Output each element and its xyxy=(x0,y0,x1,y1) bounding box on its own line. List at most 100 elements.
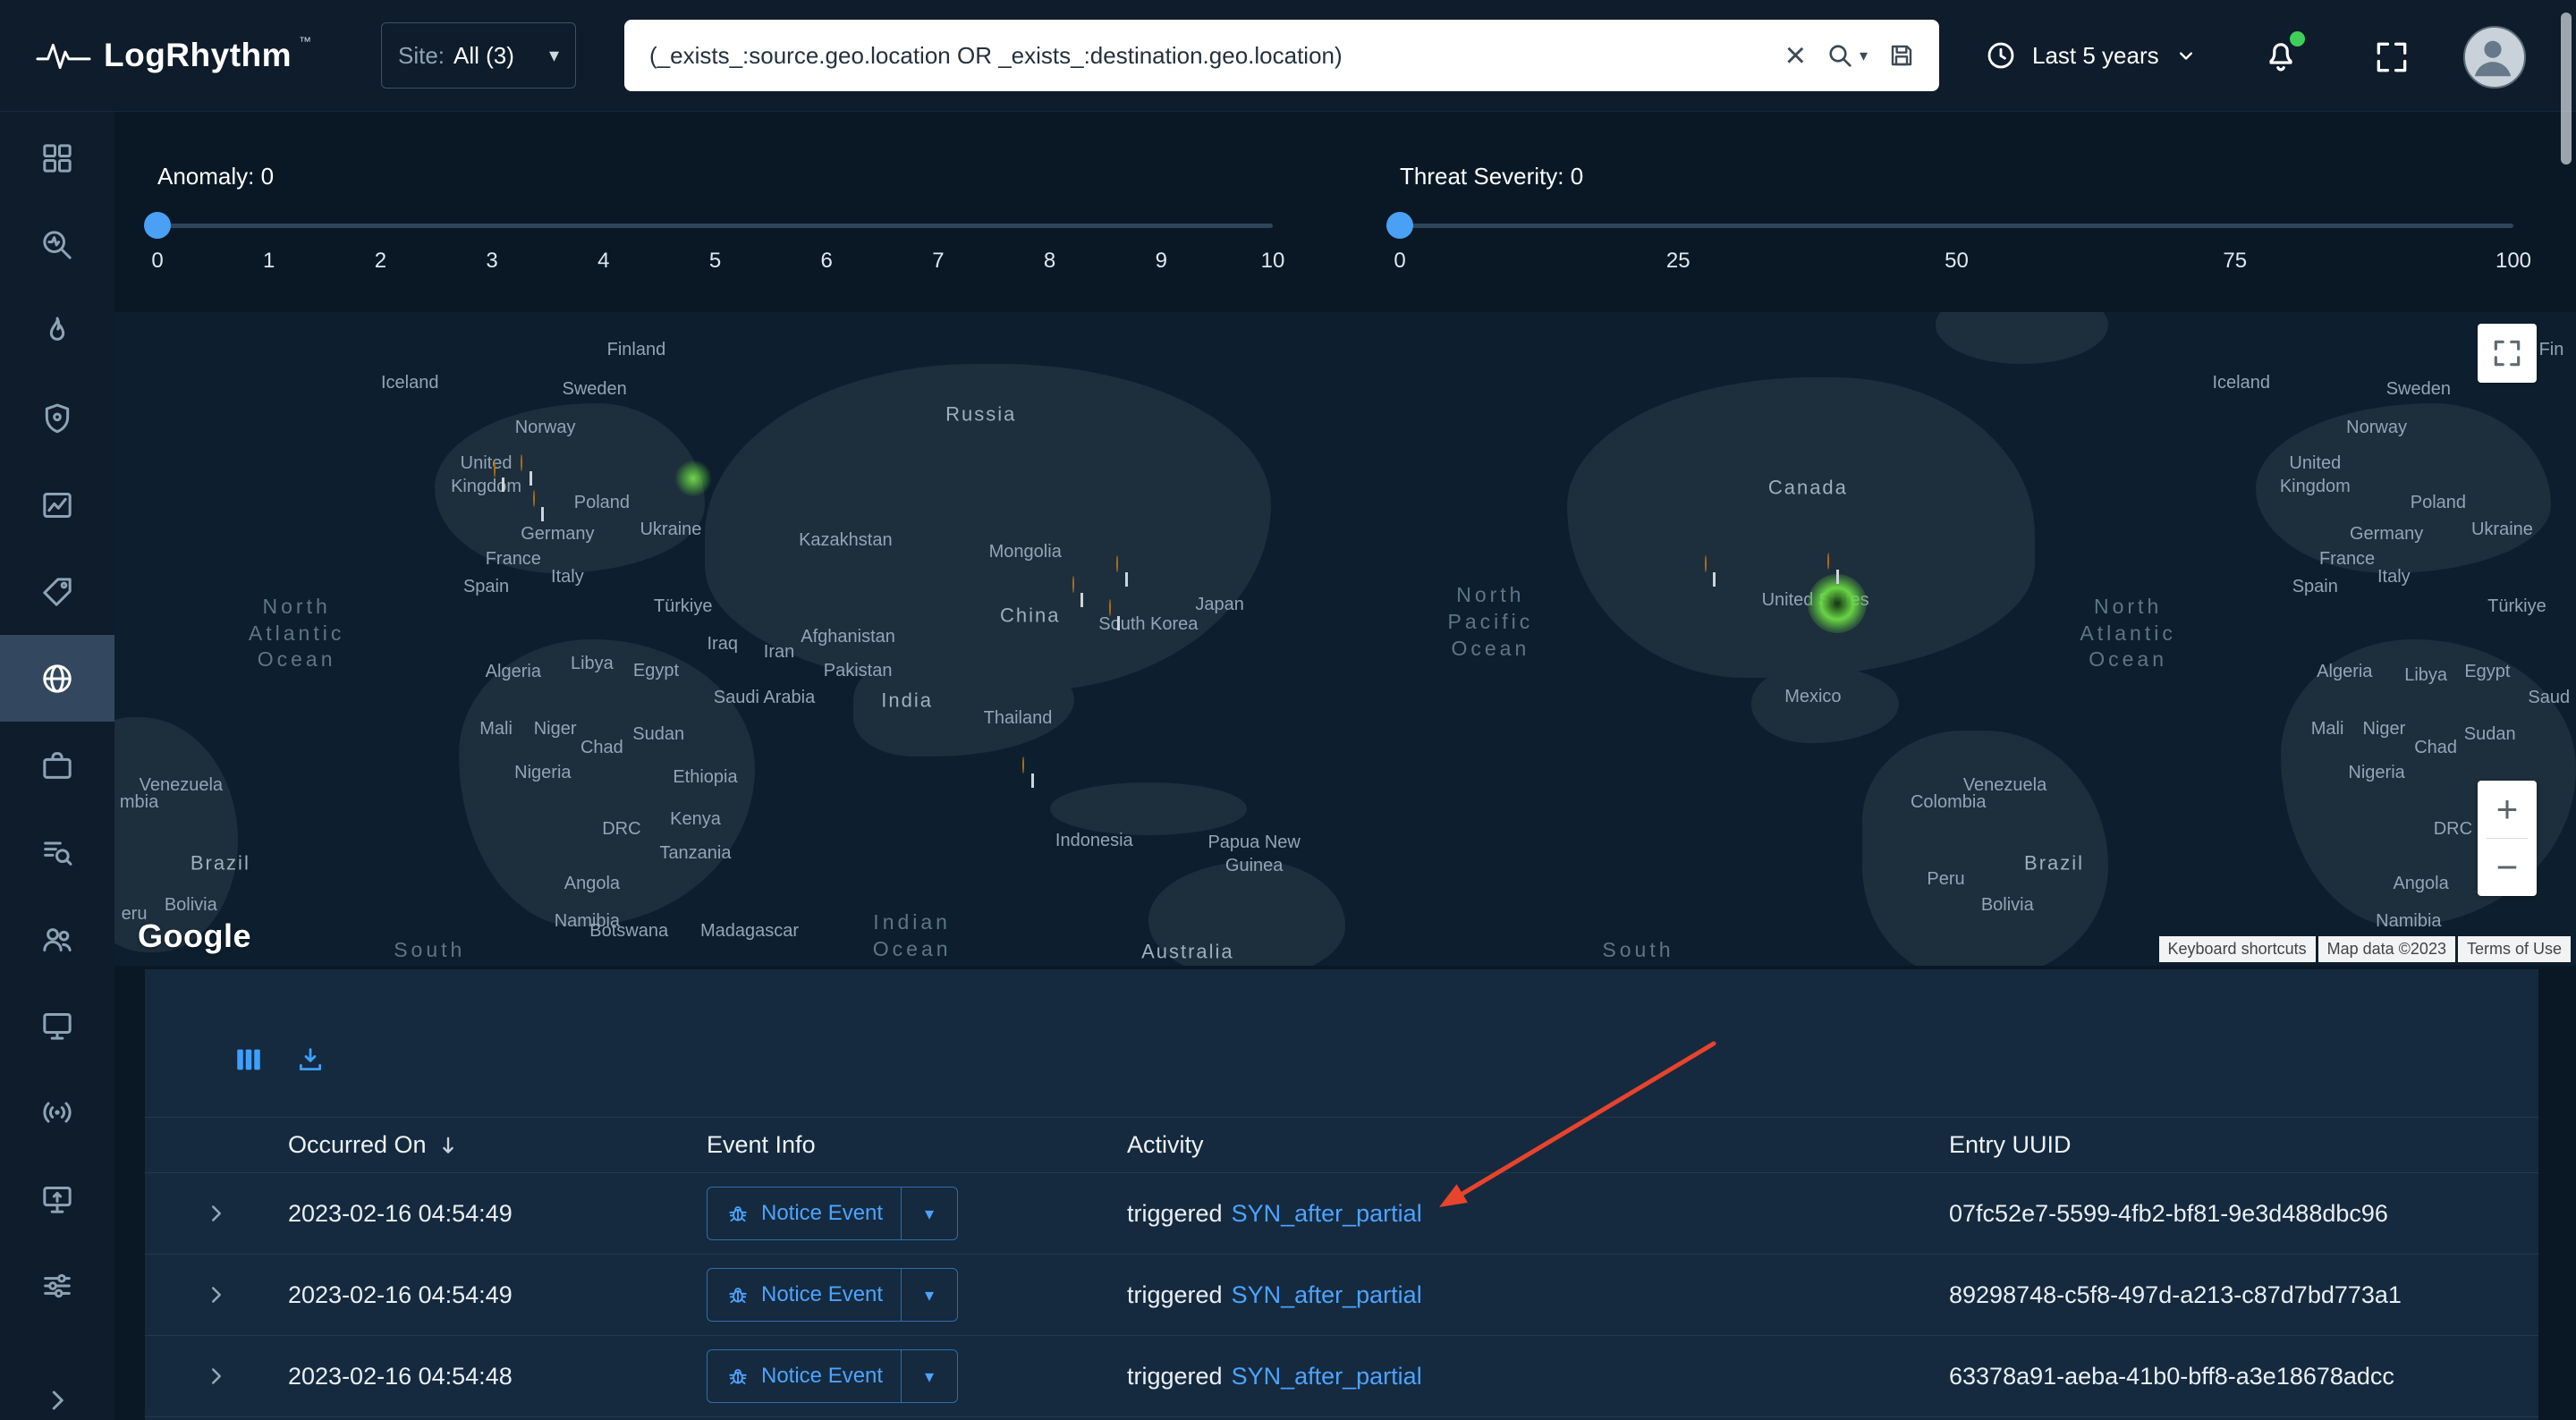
activity-link[interactable]: SYN_after_partial xyxy=(1232,1200,1422,1227)
map-pin-marker[interactable] xyxy=(1072,577,1092,607)
notice-event-label: Notice Event xyxy=(761,1364,883,1389)
event-actions-dropdown[interactable]: ▾ xyxy=(901,1269,957,1321)
site-selector[interactable]: Site: All (3) ▾ xyxy=(381,22,576,89)
row-expander[interactable] xyxy=(145,1363,288,1390)
geo-world-map[interactable]: IcelandFinlandSwedenNorwayRussiaUnited K… xyxy=(114,312,2576,966)
map-pin-marker[interactable] xyxy=(1022,757,1042,788)
sidebar-item-security[interactable] xyxy=(0,375,114,461)
column-header-activity[interactable]: Activity xyxy=(1127,1131,1949,1159)
map-fullscreen-button[interactable] xyxy=(2478,324,2537,383)
map-label: South xyxy=(394,937,465,964)
event-actions-dropdown[interactable]: ▾ xyxy=(901,1350,957,1402)
filter-sliders: Anomaly: 0 012345678910 Threat Severity:… xyxy=(114,111,2576,312)
map-landmass xyxy=(2256,403,2551,573)
row-expander[interactable] xyxy=(145,1200,288,1227)
anomaly-slider-thumb[interactable] xyxy=(144,212,171,239)
anomaly-slider-track[interactable] xyxy=(157,224,1273,228)
search-icon xyxy=(1826,41,1854,70)
pin-head xyxy=(494,461,496,478)
activity-link[interactable]: SYN_after_partial xyxy=(1232,1363,1422,1390)
zoom-out-button[interactable]: − xyxy=(2478,839,2537,896)
sidebar-item-analyze[interactable] xyxy=(0,201,114,288)
sidebar-item-threats[interactable] xyxy=(0,288,114,375)
user-avatar[interactable] xyxy=(2463,26,2526,89)
map-label: Fin xyxy=(2539,338,2564,361)
notifications-button[interactable] xyxy=(2259,34,2302,77)
map-pin-marker[interactable] xyxy=(1827,554,1847,584)
search-submit[interactable]: ▾ xyxy=(1826,41,1868,70)
event-actions-dropdown[interactable]: ▾ xyxy=(901,1188,957,1239)
sidebar-item-dashboard[interactable] xyxy=(0,114,114,201)
column-header-entry-uuid[interactable]: Entry UUID xyxy=(1949,1131,2538,1159)
dashboard-icon xyxy=(39,140,75,176)
zoom-in-button[interactable]: + xyxy=(2478,781,2537,838)
save-search-button[interactable] xyxy=(1887,41,1916,70)
clear-search-icon[interactable]: × xyxy=(1785,38,1806,73)
activity-prefix: triggered xyxy=(1127,1363,1223,1390)
sidebar-item-network[interactable] xyxy=(0,1069,114,1155)
map-pin-marker[interactable] xyxy=(533,491,553,521)
sidebar-item-people[interactable] xyxy=(0,895,114,982)
notice-event-label: Notice Event xyxy=(761,1201,883,1226)
notice-event-button[interactable]: Notice Event xyxy=(708,1350,901,1402)
map-attribution-link[interactable]: Terms of Use xyxy=(2458,936,2571,962)
sidebar-item-deployment[interactable] xyxy=(0,1155,114,1242)
map-pin-marker[interactable] xyxy=(1109,600,1129,630)
column-header-occurred-on[interactable]: Occurred On xyxy=(288,1131,707,1159)
sidebar-item-hosts[interactable] xyxy=(0,982,114,1069)
fullscreen-button[interactable] xyxy=(2372,38,2411,77)
map-attribution-link[interactable]: Map data ©2023 xyxy=(2318,936,2455,962)
tag-icon xyxy=(39,574,75,610)
map-pin-marker[interactable] xyxy=(1705,556,1724,587)
list-search-icon xyxy=(39,834,75,870)
brand-trademark: ™ xyxy=(299,34,311,48)
sidebar-item-settings[interactable] xyxy=(0,1242,114,1329)
activity-link[interactable]: SYN_after_partial xyxy=(1232,1281,1422,1308)
activity-cell: triggeredSYN_after_partial xyxy=(1127,1281,1949,1309)
logrhythm-logo[interactable]: LogRhythm ™ xyxy=(36,0,311,111)
table-row[interactable]: 2023-02-16 04:54:49 Notice Event ▾ trigg… xyxy=(145,1255,2538,1336)
avatar-icon xyxy=(2465,28,2521,83)
map-label: South xyxy=(1602,937,1674,964)
google-logo[interactable]: Google xyxy=(138,917,251,955)
map-label: Finland xyxy=(607,338,666,361)
pin-stem xyxy=(1031,773,1034,788)
map-pin-marker[interactable] xyxy=(494,461,513,492)
shield-icon xyxy=(39,401,75,436)
sidebar-expand-button[interactable] xyxy=(0,1372,114,1420)
threat-slider-label: Threat Severity: 0 xyxy=(1400,163,1583,190)
table-row[interactable]: 2023-02-16 04:54:48 Notice Event ▾ trigg… xyxy=(145,1336,2538,1417)
map-landmass xyxy=(705,364,1271,691)
pin-head xyxy=(1827,553,1829,570)
page-scrollbar[interactable] xyxy=(2561,13,2572,165)
pin-head xyxy=(533,490,535,507)
map-pin-marker[interactable] xyxy=(1116,556,1136,587)
notice-event-split-button: Notice Event ▾ xyxy=(707,1349,958,1403)
bug-icon xyxy=(725,1201,750,1226)
table-columns-button[interactable] xyxy=(233,1044,266,1077)
sidebar-item-reports[interactable] xyxy=(0,461,114,548)
threat-slider-track[interactable] xyxy=(1400,224,2513,228)
map-pin-marker[interactable] xyxy=(521,455,540,486)
sidebar-item-geo-map[interactable] xyxy=(0,635,114,722)
sidebar-item-cases[interactable] xyxy=(0,722,114,808)
threat-slider-thumb[interactable] xyxy=(1386,212,1413,239)
row-expander[interactable] xyxy=(145,1281,288,1308)
notice-event-split-button: Notice Event ▾ xyxy=(707,1187,958,1240)
table-download-button[interactable] xyxy=(295,1044,327,1077)
map-label: Türkiye xyxy=(654,595,713,618)
search-input[interactable] xyxy=(648,41,1766,71)
column-header-event-info[interactable]: Event Info xyxy=(707,1131,1127,1159)
sidebar-item-searches[interactable] xyxy=(0,808,114,895)
event-info-cell: Notice Event ▾ xyxy=(707,1349,1127,1403)
notice-event-button[interactable]: Notice Event xyxy=(708,1188,901,1239)
table-body: 2023-02-16 04:54:49 Notice Event ▾ trigg… xyxy=(145,1173,2538,1417)
slider-tick-label: 1 xyxy=(263,249,275,274)
anomaly-slider-label: Anomaly: 0 xyxy=(157,163,274,190)
notice-event-button[interactable]: Notice Event xyxy=(708,1269,901,1321)
map-landmass xyxy=(853,652,1075,756)
table-row[interactable]: 2023-02-16 04:54:49 Notice Event ▾ trigg… xyxy=(145,1173,2538,1255)
sidebar-item-tags[interactable] xyxy=(0,548,114,635)
time-range-selector[interactable]: Last 5 years xyxy=(1984,21,2199,89)
map-attribution-link[interactable]: Keyboard shortcuts xyxy=(2159,936,2316,962)
